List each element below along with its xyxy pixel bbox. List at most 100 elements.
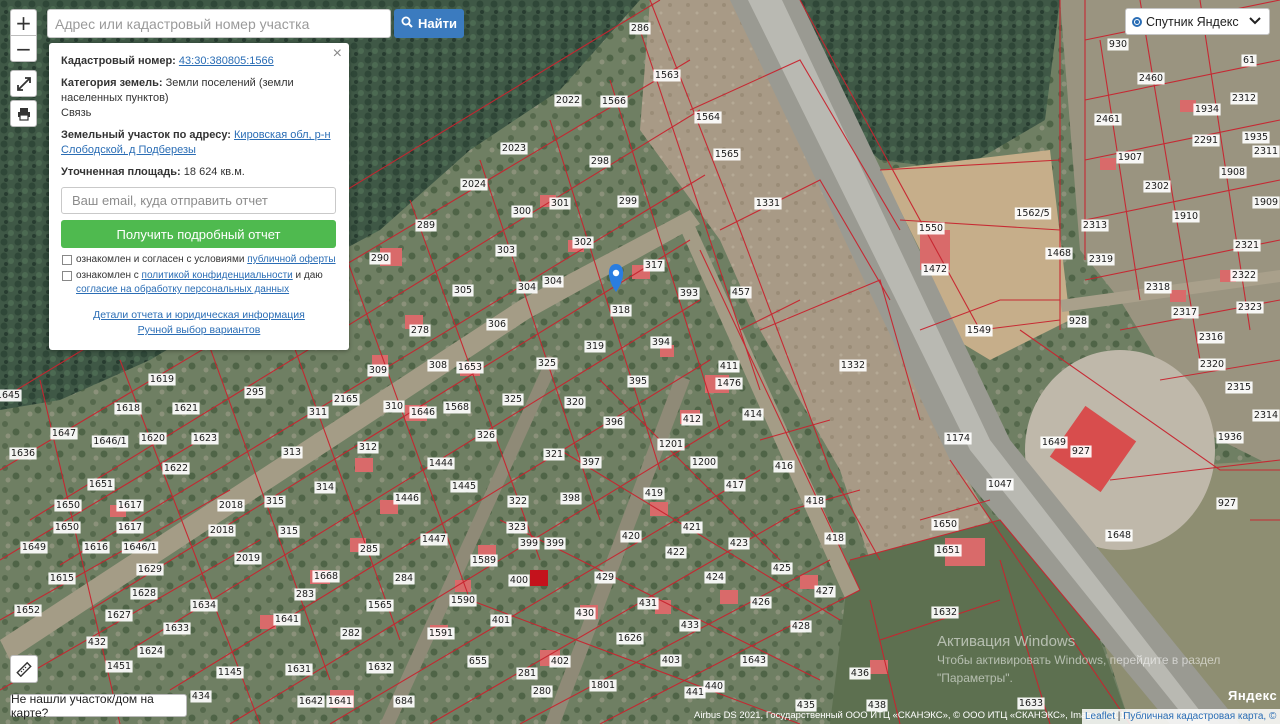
parcel-number-label: 1801 [591,680,615,691]
privacy-policy-link[interactable]: политикой конфиденциальности [142,270,293,281]
parcel-number-label: 314 [316,482,334,493]
parcel-number-label: 1201 [659,439,683,450]
parcel-number-label: 306 [488,319,506,330]
parcel-number-label: 433 [681,620,699,631]
get-report-button[interactable]: Получить подробный отчет [61,220,336,248]
parcel-number-label: 1647 [52,428,76,439]
parcel-number-label: 427 [816,586,834,597]
parcel-number-label: 281 [518,668,536,679]
parcel-number-label: 1476 [717,378,741,389]
parcel-number-label: 426 [752,597,770,608]
radio-selected-icon [1132,16,1142,27]
parcel-number-label: 1651 [936,545,960,556]
offer-checkbox[interactable] [62,255,72,265]
parcel-number-label: 318 [612,305,630,316]
email-field[interactable] [61,187,336,214]
parcel-number-label: 1651 [89,479,113,490]
ruler-icon [16,661,32,677]
parcel-number-label: 1632 [368,662,392,673]
report-details-link[interactable]: Детали отчета и юридическая информация [93,309,305,321]
parcel-number-label: 311 [309,407,327,418]
parcel-number-label: 2323 [1238,302,1262,313]
personal-data-consent-link[interactable]: согласие на обработку персональных данны… [76,284,289,295]
zoom-in-button[interactable]: + [10,9,37,36]
parcel-number-label: 1565 [715,149,739,160]
parcel-info-panel: × Кадастровый номер: 43:30:380805:1566 К… [49,43,349,350]
parcel-number-label: 1550 [919,223,943,234]
parcel-number-label: 2315 [1227,382,1251,393]
parcel-number-label: 2312 [1232,93,1256,104]
parcel-number-label: 303 [497,245,515,256]
parcel-number-label: 416 [775,461,793,472]
parcel-number-label: 1447 [422,534,446,545]
parcel-number-label: 290 [371,253,389,264]
parcel-number-label: 2023 [502,143,526,154]
parcel-number-label: 1632 [933,607,957,618]
email-input[interactable] [72,193,335,208]
parcel-number-label: 1446 [395,493,419,504]
find-button-label: Найти [418,16,457,31]
parcel-number-label: 430 [576,608,594,619]
parcel-number-label: 304 [544,276,562,287]
parcel-number-label: 1907 [1118,152,1142,163]
search-box[interactable] [47,9,391,38]
fullscreen-button[interactable] [10,70,37,97]
parcel-number-label: 1626 [618,633,642,644]
parcel-number-label: 395 [629,376,647,387]
parcel-number-label: 417 [726,480,744,491]
parcel-number-label: 325 [504,394,522,405]
parcel-number-label: 1631 [287,664,311,675]
close-icon[interactable]: × [333,46,342,62]
windows-activation-watermark: Активация Windows Чтобы активировать Win… [937,633,1237,687]
parcel-number-label: 419 [645,488,663,499]
cadastral-number-link[interactable]: 43:30:380805:1566 [179,55,274,67]
parcel-number-label: 2461 [1096,114,1120,125]
search-input[interactable] [55,15,390,32]
parcel-number-label: 400 [510,575,528,586]
parcel-number-label: 1566 [602,96,626,107]
not-found-button[interactable]: Не нашли участок/дом на карте? [10,692,187,720]
parcel-number-label: 1472 [923,264,947,275]
parcel-number-label: 284 [395,573,413,584]
parcel-number-label: 432 [88,637,106,648]
privacy-checkbox[interactable] [62,271,72,281]
zoom-out-button[interactable]: − [10,35,37,62]
parcel-number-label: 2317 [1173,307,1197,318]
public-offer-link[interactable]: публичной оферты [247,254,335,265]
parcel-number-label: 286 [631,23,649,34]
parcel-number-label: 1643 [742,655,766,666]
parcel-number-label: 434 [192,691,210,702]
parcel-number-label: 441 [686,687,704,698]
parcel-number-label: 1649 [1042,437,1066,448]
parcel-number-label: 1646/1 [123,542,156,553]
parcel-number-label: 1568 [445,402,469,413]
manual-selection-link[interactable]: Ручной выбор вариантов [138,324,261,336]
parcel-number-label: 403 [662,655,680,666]
parcel-number-label: 289 [417,220,435,231]
parcel-number-label: 1642 [299,696,323,707]
map-layer-select[interactable]: Спутник Яндекс [1125,8,1270,35]
parcel-number-label: 2318 [1146,282,1170,293]
category-label: Категория земель: [61,77,163,89]
leaflet-link[interactable]: Leaflet [1085,711,1115,722]
chevron-down-icon [1249,16,1261,28]
parcel-number-label: 2314 [1254,410,1278,421]
cadastral-map-link[interactable]: Публичная кадастровая карта, © [1123,711,1276,722]
parcel-number-label: 429 [596,572,614,583]
parcel-number-label: 301 [551,198,569,209]
find-button[interactable]: Найти [394,9,464,38]
parcel-number-label: 399 [546,538,564,549]
parcel-number-label: 300 [513,206,531,217]
parcel-number-label: 2291 [1194,135,1218,146]
parcel-number-label: 425 [773,563,791,574]
parcel-number-label: 304 [518,282,536,293]
parcel-number-label: 423 [730,538,748,549]
parcel-number-label: 1650 [933,519,957,530]
ruler-button[interactable] [10,655,38,683]
parcel-number-label: 298 [591,156,609,167]
parcel-number-label: 655 [469,656,487,667]
print-button[interactable] [10,100,37,127]
parcel-number-label: 399 [520,538,538,549]
parcel-number-label: 1590 [451,595,475,606]
parcel-number-label: 1634 [192,600,216,611]
